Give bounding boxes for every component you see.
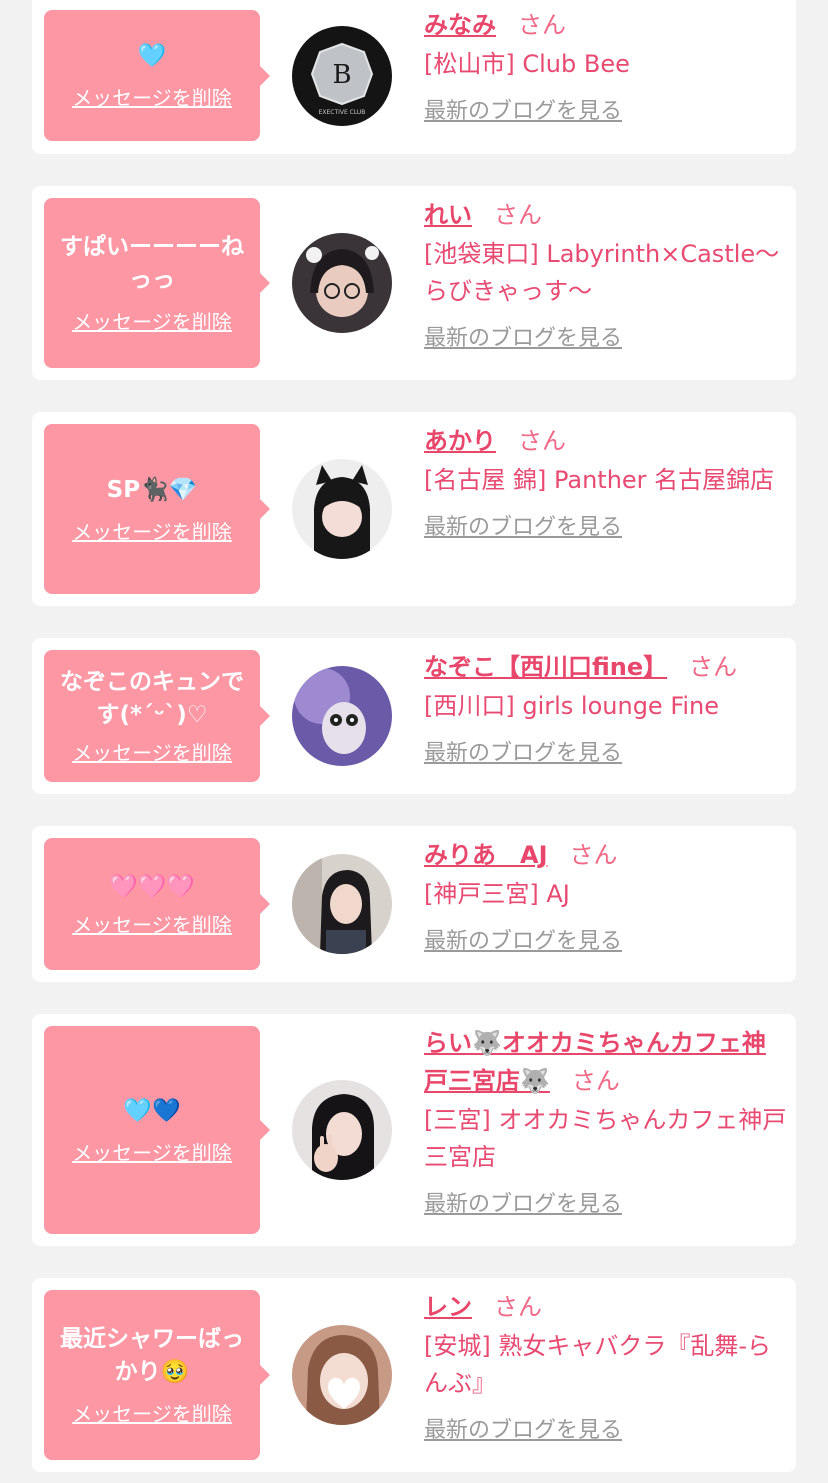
delete-message-link[interactable]: メッセージを削除: [72, 309, 232, 335]
honorific: さん: [494, 201, 542, 229]
honorific: さん: [518, 427, 566, 455]
avatar[interactable]: B EXECTIVE CLUB: [292, 26, 392, 126]
message-text: 最近シャワーばっかり🥹: [60, 1326, 244, 1385]
avatar[interactable]: [292, 666, 392, 766]
shop-info: [西川口] girls lounge Fine: [424, 692, 720, 720]
message-bubble: 🩵💙 メッセージを削除: [44, 1026, 270, 1234]
user-name-link[interactable]: れい: [424, 201, 472, 229]
user-info: あかり さん [名古屋 錦] Panther 名古屋錦店 最新のブログを見る: [424, 422, 788, 543]
delete-message-link[interactable]: メッセージを削除: [72, 740, 232, 766]
latest-blog-link[interactable]: 最新のブログを見る: [424, 513, 622, 543]
user-info: なぞこ【西川口fine】 さん [西川口] girls lounge Fine 最…: [424, 648, 788, 769]
avatar[interactable]: [292, 1325, 392, 1425]
message-bubble: すぱいーーーーねっっ メッセージを削除: [44, 198, 270, 368]
message-text: すぱいーーーーねっっ: [60, 234, 244, 293]
user-name-link[interactable]: レン: [424, 1293, 472, 1321]
avatar[interactable]: [292, 854, 392, 954]
delete-message-link[interactable]: メッセージを削除: [72, 912, 232, 938]
message-card: SP🐈‍⬛💎 メッセージを削除 あかり さん [名古屋 錦] Panther 名古…: [32, 412, 796, 606]
delete-message-link[interactable]: メッセージを削除: [72, 85, 232, 111]
shop-info: [三宮] オオカミちゃんカフェ神戸三宮店: [424, 1106, 787, 1171]
shop-info: [神戸三宮] AJ: [424, 880, 570, 908]
shop-info: [安城] 熟女キャバクラ『乱舞-らんぶ』: [424, 1332, 772, 1397]
svg-text:EXECTIVE CLUB: EXECTIVE CLUB: [319, 109, 366, 116]
latest-blog-link[interactable]: 最新のブログを見る: [424, 324, 622, 354]
message-text: 🩵💙: [123, 1097, 181, 1124]
message-text: 🩷🩷🩷: [109, 873, 195, 900]
honorific: さん: [518, 11, 566, 39]
avatar[interactable]: [292, 459, 392, 559]
latest-blog-link[interactable]: 最新のブログを見る: [424, 927, 622, 957]
message-bubble: SP🐈‍⬛💎 メッセージを削除: [44, 424, 270, 594]
user-info: みりあ AJ さん [神戸三宮] AJ 最新のブログを見る: [424, 836, 788, 957]
message-bubble: 最近シャワーばっかり🥹 メッセージを削除: [44, 1290, 270, 1460]
user-name-link[interactable]: あかり: [424, 427, 496, 455]
delete-message-link[interactable]: メッセージを削除: [72, 1140, 232, 1166]
shop-info: [名古屋 錦] Panther 名古屋錦店: [424, 466, 775, 494]
message-text: SP🐈‍⬛💎: [106, 476, 198, 503]
honorific: さん: [569, 841, 618, 869]
message-card: 🩷🩷🩷 メッセージを削除 みりあ AJ さん [神戸三宮] AJ 最新のブログを見…: [32, 826, 796, 982]
user-info: らい🐺オオカミちゃんカフェ神戸三宮店🐺 さん [三宮] オオカミちゃんカフェ神戸三…: [424, 1024, 788, 1220]
user-name-link[interactable]: なぞこ【西川口fine】: [424, 653, 667, 681]
user-name-link[interactable]: みなみ: [424, 11, 496, 39]
latest-blog-link[interactable]: 最新のブログを見る: [424, 97, 622, 127]
message-list: 🩵 メッセージを削除 B EXECTIVE CLUB みなみ さん [松山市] C…: [0, 0, 828, 1483]
latest-blog-link[interactable]: 最新のブログを見る: [424, 1190, 622, 1220]
latest-blog-link[interactable]: 最新のブログを見る: [424, 1416, 622, 1446]
message-text: なぞこのキュンです(*ˊᵕˋ)♡: [60, 669, 244, 728]
avatar[interactable]: [292, 233, 392, 333]
delete-message-link[interactable]: メッセージを削除: [72, 519, 232, 545]
message-bubble: 🩷🩷🩷 メッセージを削除: [44, 838, 270, 970]
user-info: みなみ さん [松山市] Club Bee 最新のブログを見る: [424, 6, 788, 127]
message-card: すぱいーーーーねっっ メッセージを削除 れい さん [池袋東口] Labyrint…: [32, 186, 796, 380]
user-name-link[interactable]: みりあ AJ: [424, 841, 548, 869]
honorific: さん: [494, 1293, 542, 1321]
user-info: レン さん [安城] 熟女キャバクラ『乱舞-らんぶ』 最新のブログを見る: [424, 1288, 788, 1446]
message-bubble: 🩵 メッセージを削除: [44, 10, 270, 141]
user-info: れい さん [池袋東口] Labyrinth×Castle〜らびきゃっす〜 最新の…: [424, 196, 788, 354]
message-card: なぞこのキュンです(*ˊᵕˋ)♡ メッセージを削除 なぞこ【西川口fine】 さん…: [32, 638, 796, 794]
honorific: さん: [571, 1067, 620, 1095]
shop-info: [池袋東口] Labyrinth×Castle〜らびきゃっす〜: [424, 240, 780, 305]
message-card: 🩵 メッセージを削除 B EXECTIVE CLUB みなみ さん [松山市] C…: [32, 0, 796, 154]
message-card: 🩵💙 メッセージを削除 らい🐺オオカミちゃんカフェ神戸三宮店🐺 さん [三宮] オ…: [32, 1014, 796, 1246]
shop-info: [松山市] Club Bee: [424, 50, 630, 78]
message-bubble: なぞこのキュンです(*ˊᵕˋ)♡ メッセージを削除: [44, 650, 270, 782]
latest-blog-link[interactable]: 最新のブログを見る: [424, 739, 622, 769]
svg-text:B: B: [332, 60, 351, 90]
message-text: 🩵: [137, 43, 167, 69]
message-card: 最近シャワーばっかり🥹 メッセージを削除 レン さん [安城] 熟女キャバクラ『乱…: [32, 1278, 796, 1472]
delete-message-link[interactable]: メッセージを削除: [72, 1401, 232, 1427]
honorific: さん: [689, 653, 738, 681]
avatar[interactable]: [292, 1080, 392, 1180]
